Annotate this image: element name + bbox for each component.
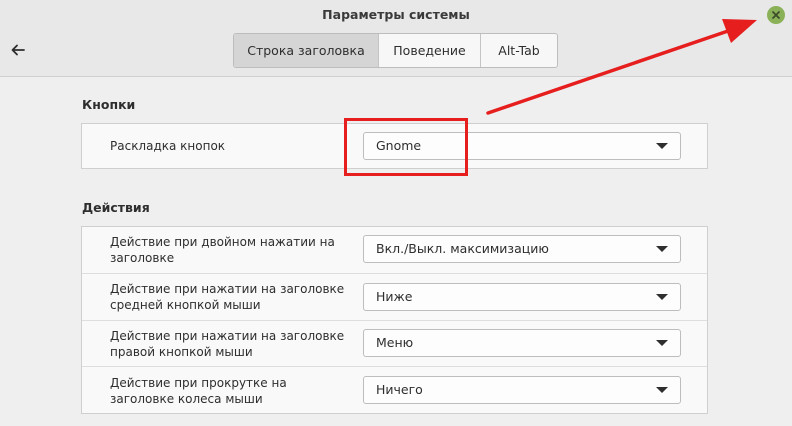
annotation-arrow bbox=[486, 19, 757, 115]
